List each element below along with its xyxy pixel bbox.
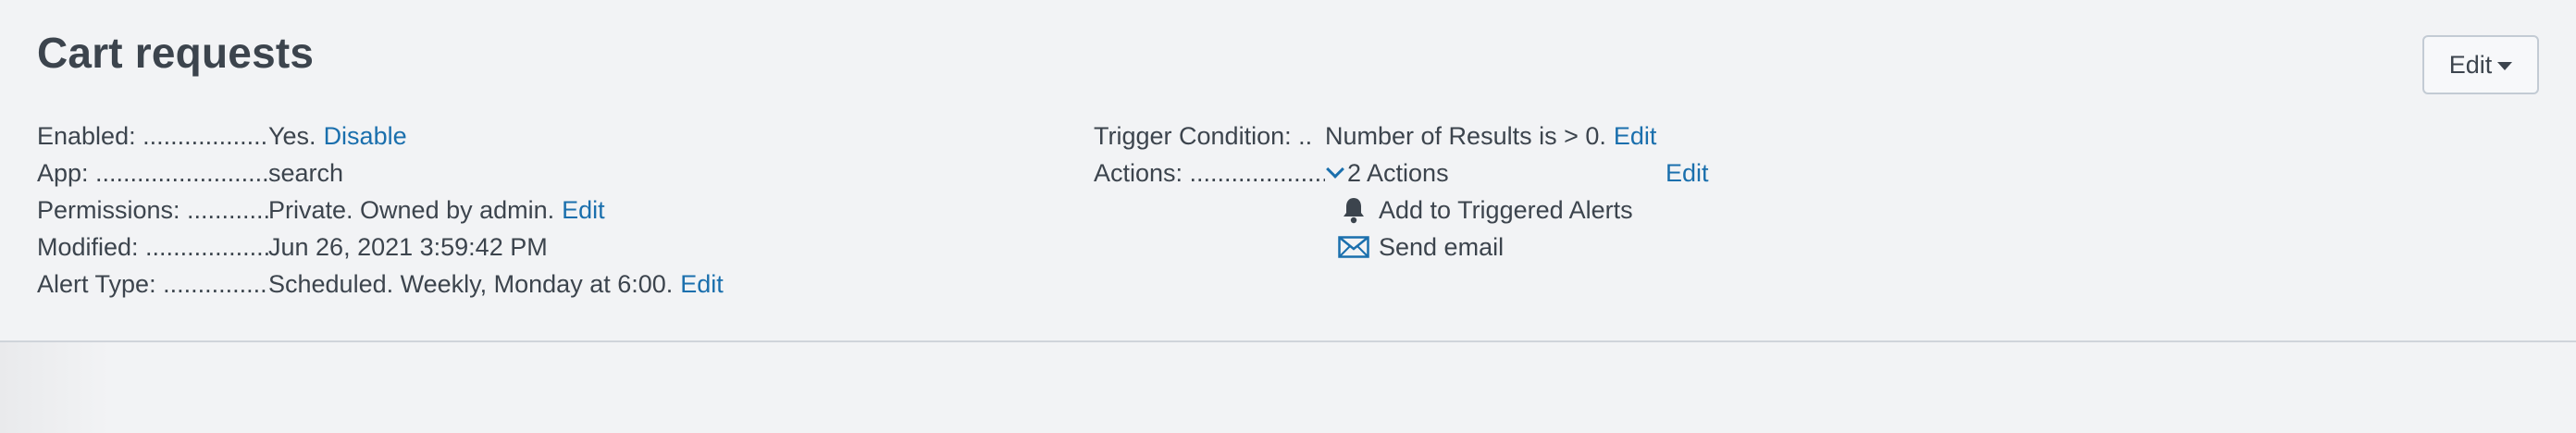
bell-icon [1336, 196, 1371, 224]
enabled-value: Yes. [268, 121, 316, 150]
trigger-condition-label: Trigger Condition: .. [1094, 121, 1313, 150]
modified-row: Modified: .................. Jun 26, 202… [37, 229, 724, 266]
permissions-label: Permissions: ............ [37, 195, 268, 224]
alert-type-value: Scheduled. Weekly, Monday at 6:00. [268, 269, 674, 298]
edit-dropdown-button[interactable]: Edit [2422, 35, 2539, 94]
content-area-below [0, 342, 2576, 433]
edit-button-label: Edit [2448, 50, 2493, 79]
chevron-down-icon[interactable] [1326, 160, 1344, 179]
caret-down-icon [2497, 62, 2513, 70]
page-title: Cart requests [37, 29, 315, 77]
app-label: App: .......................... [37, 158, 268, 187]
actions-row: Actions: .................... 2 Actions … [1094, 155, 1709, 192]
alert-type-label: Alert Type: ................ [37, 269, 268, 298]
trigger-condition-value: Number of Results is > 0. [1325, 121, 1606, 150]
disable-link[interactable]: Disable [324, 122, 407, 151]
app-row: App: .......................... search [37, 155, 724, 192]
actions-edit-link[interactable]: Edit [1666, 159, 1709, 188]
actions-summary[interactable]: 2 Actions [1347, 159, 1666, 188]
enabled-label: Enabled: .................... [37, 121, 268, 150]
actions-label: Actions: .................... [1094, 158, 1325, 187]
permissions-value: Private. Owned by admin. [268, 195, 555, 224]
app-value: search [268, 158, 344, 187]
action-item-send-email: Send email [1325, 229, 1709, 266]
alert-type-edit-link[interactable]: Edit [680, 270, 724, 299]
modified-label: Modified: .................. [37, 232, 268, 261]
action-item-label: Send email [1379, 232, 1505, 261]
action-item-triggered-alerts: Add to Triggered Alerts [1325, 192, 1709, 229]
enabled-row: Enabled: .................... Yes. Disab… [37, 118, 724, 155]
action-item-label: Add to Triggered Alerts [1379, 195, 1633, 224]
alert-type-row: Alert Type: ................ Scheduled. … [37, 266, 724, 303]
trigger-condition-row: Trigger Condition: .. Number of Results … [1094, 118, 1709, 155]
actions-list: Add to Triggered Alerts Send email [1325, 192, 1709, 266]
trigger-condition-edit-link[interactable]: Edit [1614, 122, 1657, 151]
modified-value: Jun 26, 2021 3:59:42 PM [268, 232, 548, 261]
envelope-icon [1336, 233, 1371, 261]
permissions-edit-link[interactable]: Edit [562, 196, 605, 225]
alert-details-left: Enabled: .................... Yes. Disab… [37, 118, 724, 303]
alert-details-right: Trigger Condition: .. Number of Results … [1094, 118, 1709, 266]
permissions-row: Permissions: ............ Private. Owned… [37, 192, 724, 229]
